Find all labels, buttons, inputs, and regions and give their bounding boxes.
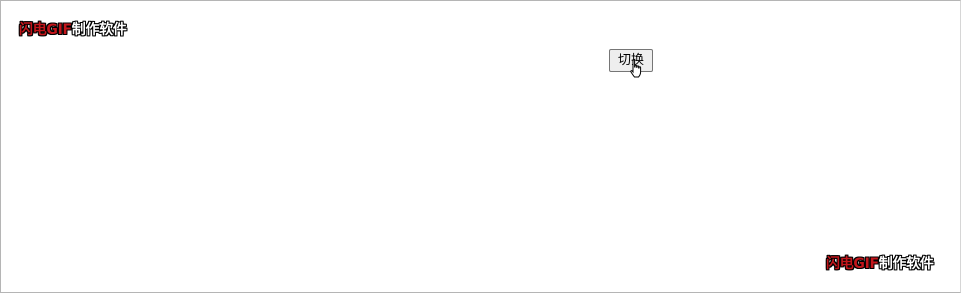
watermark-bottom: 闪电GIF制作软件 <box>826 255 934 273</box>
watermark-top: 闪电GIF制作软件 <box>19 21 127 39</box>
toggle-button[interactable]: 切换 <box>609 49 653 72</box>
watermark-text: 制作软件 <box>878 256 934 272</box>
watermark-text: 制作软件 <box>71 22 127 38</box>
watermark-brand: 闪电GIF <box>19 22 72 38</box>
page-frame: 闪电GIF制作软件 切换 闪电GIF制作软件 <box>0 0 961 293</box>
watermark-brand: 闪电GIF <box>826 256 879 272</box>
